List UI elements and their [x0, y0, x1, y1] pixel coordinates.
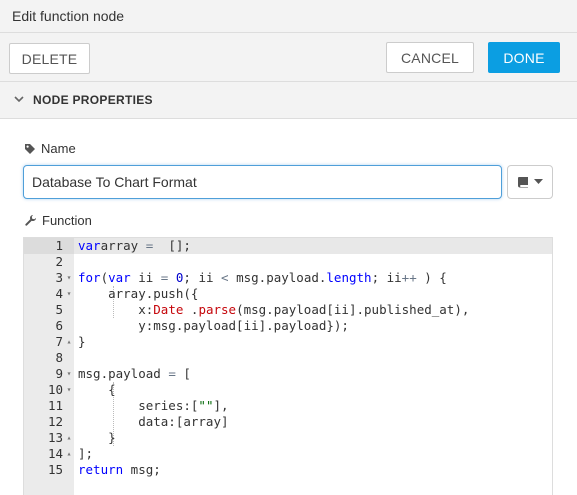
tray-header: Edit function node — [0, 0, 577, 33]
fold-toggle-icon[interactable]: ▾ — [64, 270, 74, 286]
done-button[interactable]: DONE — [488, 42, 560, 73]
code-line: 10 ▾ { — [24, 382, 552, 398]
node-properties-section-header[interactable]: NODE PROPERTIES — [0, 82, 577, 119]
line-number: 12 — [47, 414, 63, 429]
properties-panel: Name Function 1vararray = [];23▾for(var … — [0, 120, 577, 495]
line-number: 14 — [47, 446, 63, 461]
code-text: y:msg.payload[ii].payload}); — [78, 318, 349, 333]
book-icon — [518, 177, 528, 188]
code-text: vararray = []; — [78, 238, 191, 253]
function-label-text: Function — [42, 213, 92, 228]
tag-icon — [25, 143, 35, 154]
delete-button[interactable]: DELETE — [9, 43, 90, 74]
code-text: } — [78, 430, 116, 445]
tray-toolbar: DELETE CANCEL DONE — [0, 33, 577, 82]
line-number: 15 — [47, 462, 63, 477]
function-label: Function — [24, 213, 92, 228]
line-number: 8 — [55, 350, 63, 365]
line-number: 9 — [55, 366, 63, 381]
code-text: x:Date .parse(msg.payload[ii].published_… — [78, 302, 470, 317]
code-text: msg.payload = [ — [78, 366, 191, 381]
code-line: 13 ▴ } — [24, 430, 552, 446]
code-text: data:[array] — [78, 414, 229, 429]
fold-toggle-icon[interactable]: ▴ — [64, 334, 74, 350]
name-label: Name — [24, 141, 76, 156]
fold-toggle-icon[interactable]: ▴ — [64, 446, 74, 462]
code-line: 7 ▴} — [24, 334, 552, 350]
name-input[interactable] — [23, 165, 502, 199]
fold-toggle-icon[interactable]: ▾ — [64, 366, 74, 382]
wrench-icon — [25, 215, 36, 226]
code-line: 5 x:Date .parse(msg.payload[ii].publishe… — [24, 302, 552, 318]
code-line: 1 vararray = []; — [24, 238, 552, 254]
line-number: 2 — [55, 254, 63, 269]
library-button[interactable] — [507, 165, 553, 199]
code-text: } — [78, 334, 86, 349]
tray-title: Edit function node — [12, 8, 125, 24]
line-number: 3 — [55, 270, 63, 285]
code-line: 15 return msg; — [24, 462, 552, 478]
code-text: array.push({ — [78, 286, 199, 301]
name-label-text: Name — [41, 141, 76, 156]
fold-toggle-icon[interactable]: ▾ — [64, 382, 74, 398]
code-line: 12 data:[array] — [24, 414, 552, 430]
code-text: series:[""], — [78, 398, 229, 413]
line-number: 13 — [47, 430, 63, 445]
code-line: 4 ▾ array.push({ — [24, 286, 552, 302]
code-line: 14 ▴]; — [24, 446, 552, 462]
function-code-editor[interactable]: 1 vararray = []; 2 3 ▾ for(var ii = 0; ii < m… — [23, 237, 553, 495]
caret-down-icon — [534, 179, 543, 184]
line-number: 7 — [55, 334, 63, 349]
code-line: 9 ▾ msg.payload = [ — [24, 366, 552, 382]
code-text: return msg; — [78, 462, 161, 477]
line-number: 5 — [55, 302, 63, 317]
fold-toggle-icon[interactable]: ▾ — [64, 286, 74, 302]
line-number: 6 — [55, 318, 63, 333]
line-number: 10 — [47, 382, 63, 397]
code-line: 2 — [24, 254, 552, 270]
code-text: { — [78, 382, 116, 397]
cancel-button[interactable]: CANCEL — [386, 42, 474, 73]
section-label: NODE PROPERTIES — [33, 93, 153, 107]
chevron-down-icon — [14, 96, 24, 103]
code-text: ]; — [78, 446, 94, 461]
fold-toggle-icon[interactable]: ▴ — [64, 430, 74, 446]
code-text: for(var ii = 0; ii < msg.payload.length;… — [78, 270, 447, 285]
code-line: 11 series:[""], — [24, 398, 552, 414]
code-line: 3 ▾ for(var ii = 0; ii < msg.payload.lengt… — [24, 270, 552, 286]
code-line: 6 y:msg.payload[ii].payload}); — [24, 318, 552, 334]
line-number: 4 — [55, 286, 63, 301]
line-number: 11 — [47, 398, 63, 413]
line-number: 1 — [55, 238, 63, 253]
code-line: 8 — [24, 350, 552, 366]
